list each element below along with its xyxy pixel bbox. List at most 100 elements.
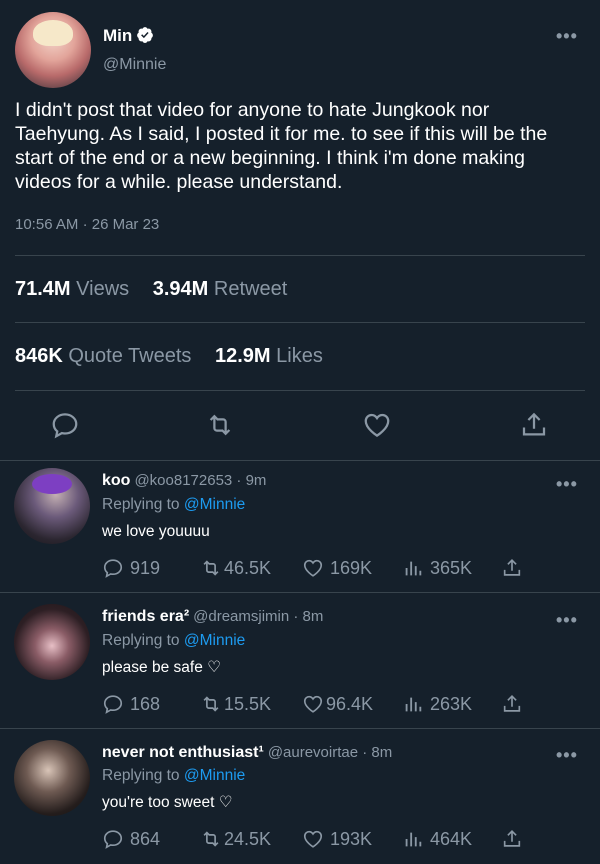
divider	[0, 592, 600, 593]
reply-author: koo @koo8172653 · 9m	[102, 472, 266, 490]
reply-count: 919	[130, 557, 161, 578]
views-icon	[405, 561, 422, 576]
retweet-button[interactable]	[205, 410, 235, 440]
retweet-button[interactable]: 46.5K	[200, 557, 271, 579]
reply-name[interactable]: never not enthusiast¹	[102, 744, 264, 761]
like-button[interactable]	[362, 410, 392, 440]
like-icon	[364, 413, 390, 437]
likes-count[interactable]: 12.9M	[215, 345, 271, 367]
like-button[interactable]: 96.4K	[302, 693, 373, 715]
share-button[interactable]	[501, 693, 523, 715]
reply-name[interactable]: friends era²	[102, 608, 189, 625]
reply-count: 168	[130, 693, 161, 714]
avatar[interactable]	[14, 740, 90, 816]
reply-icon	[103, 695, 123, 714]
retweet-button[interactable]: 15.5K	[200, 693, 271, 715]
reply-text: you're too sweet ♡	[102, 794, 233, 811]
share-icon	[503, 830, 521, 847]
stats-row-2: 846K Quote Tweets 12.9M Likes	[15, 345, 341, 368]
share-icon	[522, 412, 546, 436]
more-icon[interactable]: •••	[556, 745, 578, 766]
views-icon	[405, 697, 422, 712]
like-icon	[303, 695, 323, 713]
reply-author: never not enthusiast¹ @aurevoirtae · 8m	[102, 744, 392, 762]
retweet-icon	[203, 831, 219, 847]
retweet-count: 46.5K	[224, 557, 272, 578]
reply-handle[interactable]: @aurevoirtae · 8m	[268, 744, 392, 761]
share-button[interactable]	[501, 828, 523, 850]
like-button[interactable]: 169K	[302, 557, 372, 579]
share-icon	[503, 559, 521, 576]
more-icon[interactable]: •••	[556, 474, 578, 495]
divider	[15, 390, 585, 391]
divider	[0, 728, 600, 729]
reply-text: please be safe ♡	[102, 659, 222, 676]
avatar[interactable]	[14, 604, 90, 680]
views-button[interactable]: 263K	[402, 693, 472, 715]
likes-label[interactable]: Likes	[276, 345, 323, 367]
stats-row-1: 71.4M Views 3.94M Retweet	[15, 278, 305, 301]
views-count: 464K	[430, 828, 473, 849]
tweet-date[interactable]: 26 Mar 23	[92, 216, 160, 233]
reply-text: we love youuuu	[102, 523, 210, 540]
avatar[interactable]	[14, 468, 90, 544]
reply-count: 864	[130, 828, 161, 849]
tweet-timestamp: 10:56 AM · 26 Mar 23	[15, 216, 159, 233]
reply-name[interactable]: koo	[102, 472, 130, 489]
views-button[interactable]: 365K	[402, 557, 472, 579]
reply-button[interactable]: 919	[102, 557, 160, 579]
verified-icon	[137, 27, 153, 43]
reply-icon	[103, 830, 123, 849]
author-name[interactable]: Min	[103, 26, 132, 46]
retweet-label[interactable]: Retweet	[214, 278, 287, 300]
reply-button[interactable]: 168	[102, 693, 160, 715]
replying-prefix: Replying to	[102, 767, 180, 784]
retweet-count: 15.5K	[224, 693, 272, 714]
reply-button[interactable]: 864	[102, 828, 160, 850]
divider	[15, 322, 585, 323]
reply-handle[interactable]: @dreamsjimin · 8m	[193, 608, 323, 625]
share-button[interactable]	[519, 410, 549, 440]
replying-to: Replying to @Minnie	[102, 632, 245, 650]
replying-handle[interactable]: @Minnie	[184, 632, 245, 649]
replying-handle[interactable]: @Minnie	[184, 767, 245, 784]
views-count: 263K	[430, 693, 473, 714]
quote-count[interactable]: 846K	[15, 345, 63, 367]
like-count: 193K	[330, 828, 373, 849]
replying-prefix: Replying to	[102, 632, 180, 649]
retweet-icon	[203, 696, 219, 712]
replying-to: Replying to @Minnie	[102, 496, 245, 514]
retweet-button[interactable]: 24.5K	[200, 828, 271, 850]
like-button[interactable]: 193K	[302, 828, 372, 850]
share-button[interactable]	[501, 557, 523, 579]
like-count: 169K	[330, 557, 373, 578]
views-button[interactable]: 464K	[402, 828, 472, 850]
like-icon	[303, 559, 323, 577]
like-icon	[303, 830, 323, 848]
replying-to: Replying to @Minnie	[102, 767, 245, 785]
meta-separator: ·	[82, 216, 88, 233]
quote-label[interactable]: Quote Tweets	[68, 345, 191, 367]
more-icon[interactable]: •••	[556, 610, 578, 631]
retweet-count: 24.5K	[224, 828, 272, 849]
tweet-text: I didn't post that video for anyone to h…	[15, 99, 548, 193]
reply-icon	[52, 413, 78, 439]
reply-icon	[103, 559, 123, 578]
retweet-icon	[209, 414, 231, 436]
replying-prefix: Replying to	[102, 496, 180, 513]
retweet-count[interactable]: 3.94M	[153, 278, 209, 300]
views-count: 71.4M	[15, 278, 71, 300]
share-icon	[503, 695, 521, 712]
author-avatar[interactable]	[15, 12, 91, 88]
reply-handle[interactable]: @koo8172653 · 9m	[134, 472, 266, 489]
more-icon[interactable]: •••	[556, 26, 578, 47]
tweet-time[interactable]: 10:56 AM	[15, 216, 78, 233]
like-count: 96.4K	[326, 693, 374, 714]
retweet-icon	[203, 560, 219, 576]
divider	[0, 460, 600, 461]
reply-button[interactable]	[50, 410, 80, 440]
author-handle[interactable]: @Minnie	[103, 56, 166, 74]
replying-handle[interactable]: @Minnie	[184, 496, 245, 513]
views-icon	[405, 832, 422, 847]
views-count: 365K	[430, 557, 473, 578]
